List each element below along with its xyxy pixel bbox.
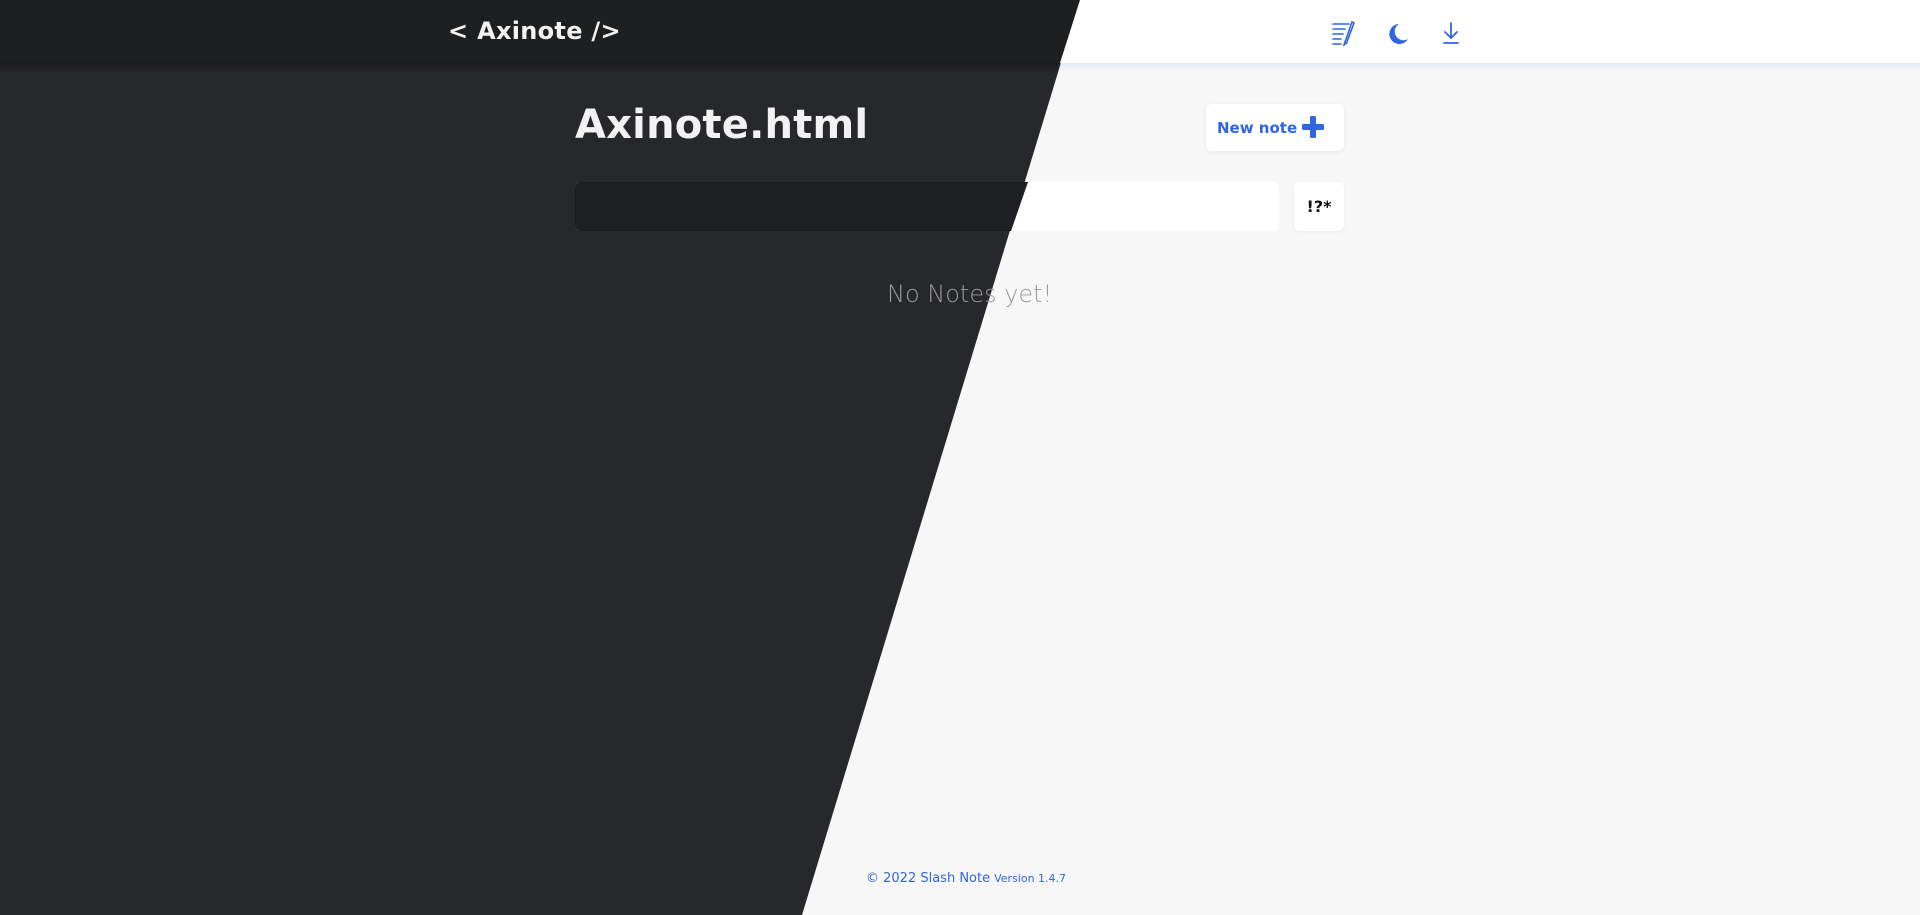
plus-icon <box>1302 116 1324 138</box>
new-note-label: New note <box>1217 118 1298 137</box>
moon-icon[interactable] <box>1384 20 1410 46</box>
brand-logo[interactable]: < Axinote /> <box>448 17 621 45</box>
new-note-button[interactable]: New note <box>1206 104 1344 151</box>
search-input[interactable] <box>575 182 1279 231</box>
notes-icon[interactable] <box>1330 20 1356 46</box>
dark-theme-background <box>0 0 1080 915</box>
download-icon[interactable] <box>1438 20 1464 46</box>
empty-state-message: No Notes yet! <box>887 280 1053 308</box>
footer: © 2022 Slash Note Version 1.4.7 <box>866 871 1066 886</box>
page-title: Axinote.html <box>575 102 869 148</box>
search-container <box>575 182 1279 231</box>
header-actions <box>1330 20 1464 46</box>
regex-toggle-button[interactable]: !?* <box>1294 182 1344 231</box>
footer-version: Version 1.4.7 <box>994 872 1067 885</box>
footer-copyright-link[interactable]: © 2022 Slash Note <box>866 871 990 886</box>
